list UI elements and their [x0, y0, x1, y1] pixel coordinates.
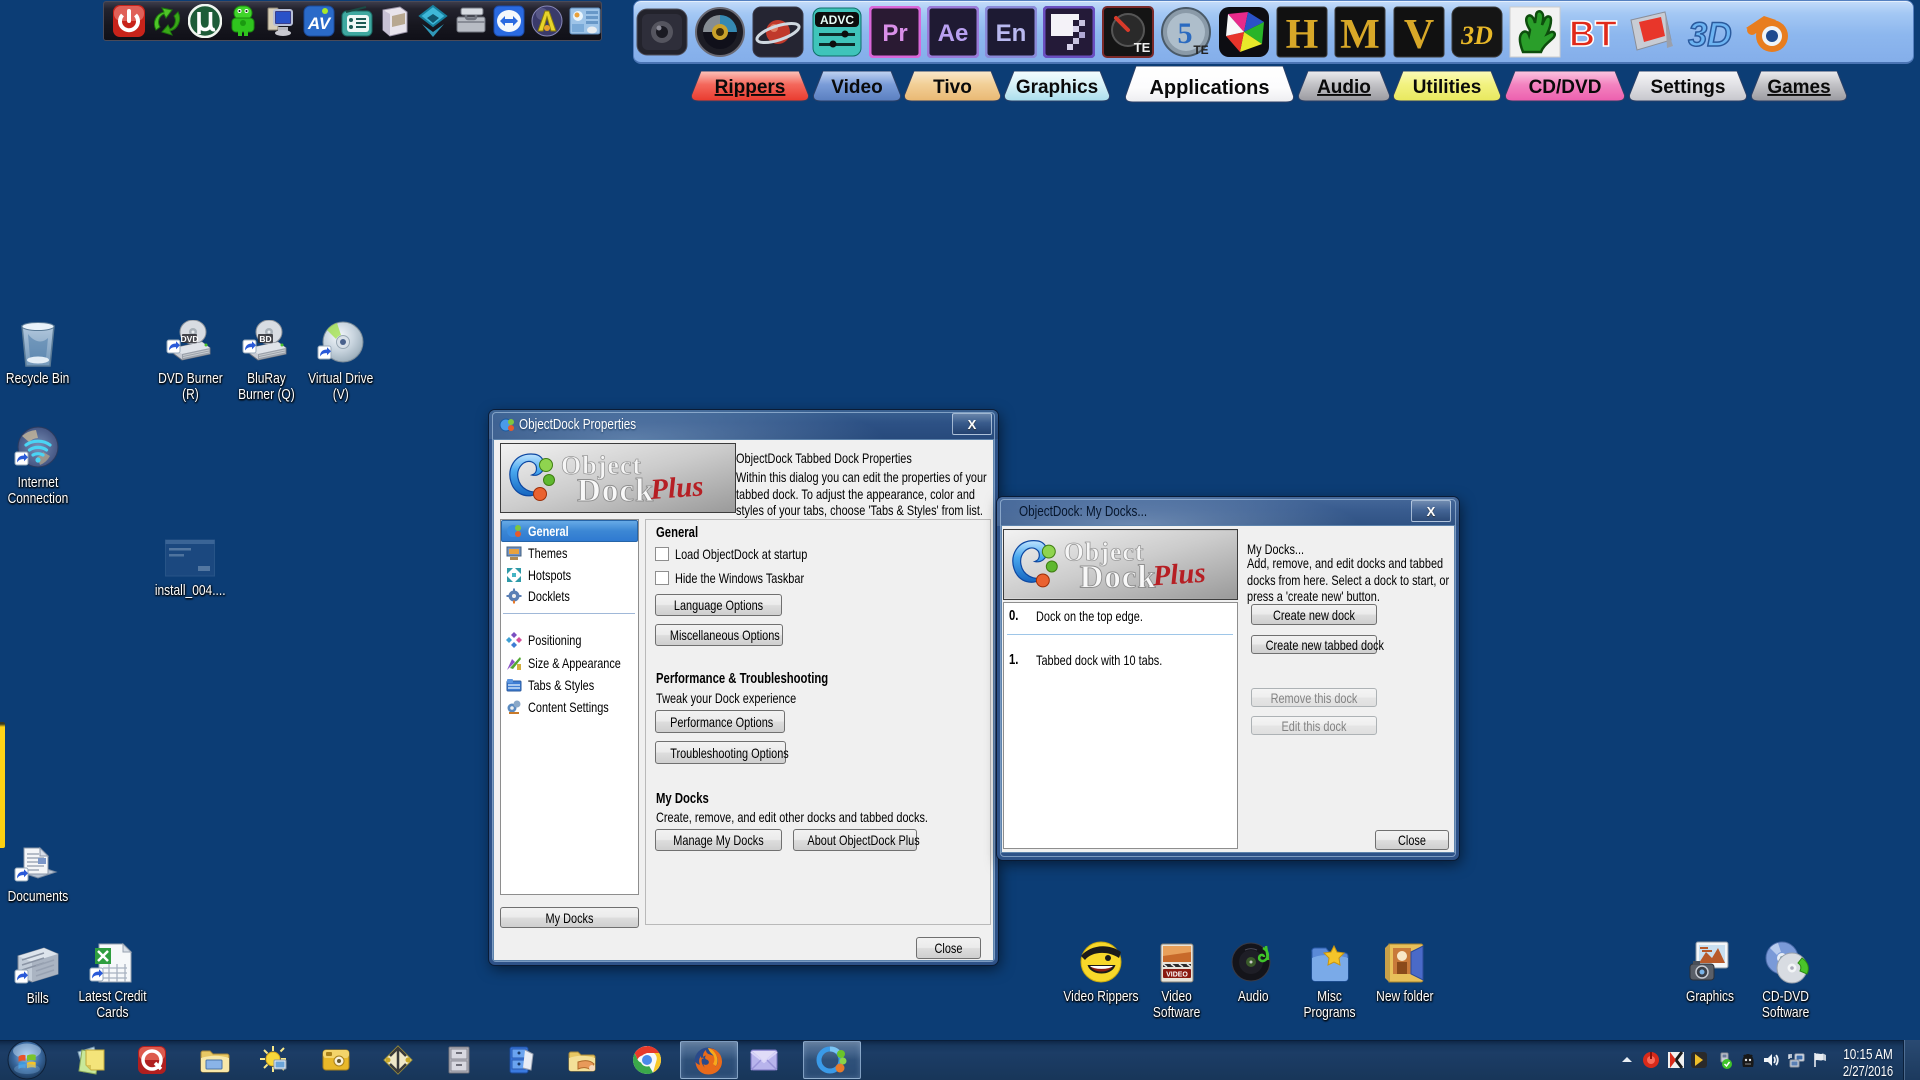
svg-text:Settings: Settings — [1651, 77, 1726, 98]
svg-text:Dock: Dock — [1080, 559, 1157, 595]
svg-text:Graphics: Graphics — [1016, 77, 1098, 98]
svg-text:Applications: Applications — [1149, 77, 1269, 99]
svg-text:TE: TE — [1193, 43, 1208, 57]
svg-text:Pr: Pr — [882, 20, 907, 47]
svg-text:DVD: DVD — [181, 334, 199, 344]
svg-text:3D: 3D — [1460, 21, 1493, 50]
svg-text:V: V — [1404, 12, 1434, 58]
svg-text:M: M — [1340, 12, 1380, 58]
svg-text:VIDEO: VIDEO — [1166, 972, 1188, 979]
svg-text:5: 5 — [1178, 17, 1193, 50]
svg-text:CD/DVD: CD/DVD — [1529, 77, 1602, 98]
svg-text:3D: 3D — [1688, 16, 1731, 54]
svg-text:Utilities: Utilities — [1413, 77, 1482, 98]
svg-text:ADVC: ADVC — [820, 13, 854, 27]
svg-text:Audio: Audio — [1317, 77, 1371, 98]
svg-text:TE: TE — [1134, 40, 1151, 55]
svg-text:En: En — [996, 20, 1027, 47]
svg-text:Dock: Dock — [577, 506, 654, 512]
svg-text:Games: Games — [1767, 77, 1830, 98]
svg-text:Dock: Dock — [1080, 592, 1157, 599]
svg-text:BD: BD — [259, 334, 271, 344]
svg-text:AV: AV — [307, 14, 332, 33]
svg-text:Ae: Ae — [938, 20, 969, 47]
svg-text:Plus: Plus — [648, 470, 704, 506]
svg-text:Video: Video — [831, 77, 882, 98]
svg-text:Plus: Plus — [1151, 557, 1207, 593]
svg-text:Dock: Dock — [577, 473, 654, 509]
svg-text:H: H — [1286, 12, 1319, 58]
svg-text:Tivo: Tivo — [933, 77, 972, 98]
svg-text:BT: BT — [1569, 13, 1617, 54]
svg-text:Rippers: Rippers — [715, 77, 786, 98]
